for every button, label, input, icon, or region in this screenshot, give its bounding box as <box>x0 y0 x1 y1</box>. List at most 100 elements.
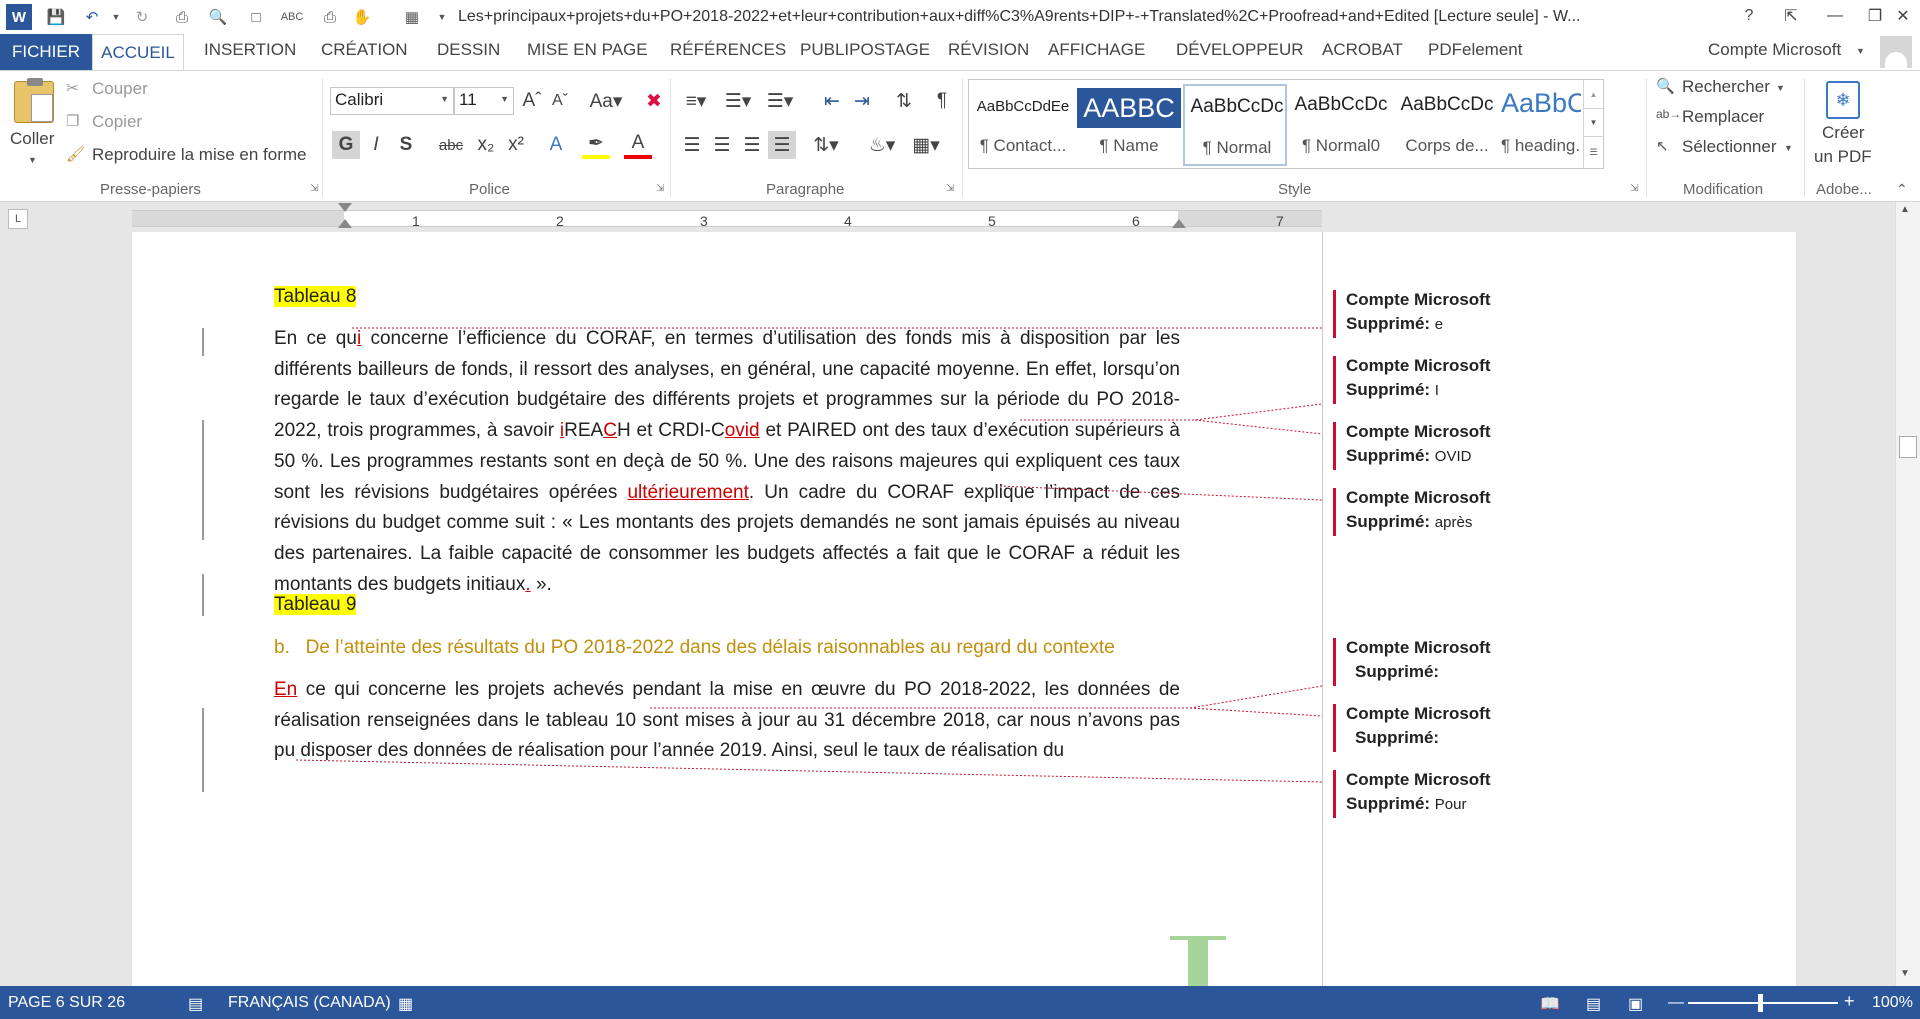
revision-balloon[interactable]: Compte Microsoft Supprimé: après <box>1333 488 1493 536</box>
proofing-icon[interactable]: ▤ <box>188 994 203 1014</box>
format-painter-button[interactable]: Reproduire la mise en forme <box>92 145 306 165</box>
print-preview-icon[interactable]: 🔍 <box>206 5 230 29</box>
ribbon-display-options-icon[interactable]: ⇱ <box>1772 2 1810 30</box>
style-contact[interactable]: AaBbCcDdEe ¶ Contact... <box>971 84 1075 166</box>
styles-launcher-icon[interactable]: ⇲ <box>1630 183 1638 194</box>
print-layout-view-icon[interactable]: ▤ <box>1586 994 1601 1014</box>
paragraph-launcher-icon[interactable]: ⇲ <box>946 183 954 194</box>
font-launcher-icon[interactable]: ⇲ <box>656 183 664 194</box>
spelling-icon[interactable]: ABC <box>280 5 304 29</box>
superscript-icon[interactable]: x² <box>502 131 530 159</box>
tab-references[interactable]: RÉFÉRENCES <box>670 40 786 60</box>
style-name-style[interactable]: AABBC ¶ Name <box>1077 84 1181 166</box>
strikethrough-button[interactable]: abc <box>434 131 468 159</box>
zoom-level[interactable]: 100% <box>1872 994 1913 1012</box>
find-dropdown-icon[interactable]: ▼ <box>1776 83 1785 93</box>
cut-button[interactable]: Couper <box>92 79 148 99</box>
style-normal0[interactable]: AaBbCcDc ¶ Normal0 <box>1289 84 1393 166</box>
tab-creation[interactable]: CRÉATION <box>321 40 408 60</box>
tab-insertion[interactable]: INSERTION <box>204 40 296 60</box>
redo-icon[interactable]: ↻ <box>130 5 154 29</box>
paste-button[interactable]: Coller <box>10 129 54 149</box>
numbering-icon[interactable]: ☰▾ <box>720 87 756 115</box>
justify-icon[interactable]: ☰ <box>768 131 796 159</box>
tab-publipostage[interactable]: PUBLIPOSTAGE <box>800 40 930 60</box>
find-button[interactable]: Rechercher <box>1682 77 1770 97</box>
create-pdf-line1[interactable]: Créer <box>1822 123 1865 143</box>
style-normal[interactable]: AaBbCcDc ¶ Normal <box>1183 84 1287 166</box>
touch-mode-icon[interactable]: ✋ <box>350 5 374 29</box>
align-left-icon[interactable]: ☰ <box>678 131 706 159</box>
bullets-icon[interactable]: ≡▾ <box>678 87 714 115</box>
scroll-thumb[interactable] <box>1899 436 1917 458</box>
select-dropdown-icon[interactable]: ▼ <box>1784 143 1793 153</box>
print-layout-icon[interactable]: ▦ <box>400 5 424 29</box>
font-size-field[interactable]: 11 ▼ <box>454 87 514 115</box>
tab-developpeur[interactable]: DÉVELOPPEUR <box>1176 40 1304 60</box>
line-spacing-icon[interactable]: ⇅▾ <box>806 131 846 159</box>
revision-balloon[interactable]: Compte Microsoft Supprimé: <box>1333 638 1493 686</box>
scroll-up-icon[interactable]: ▲ <box>1900 204 1910 215</box>
show-formatting-marks-icon[interactable]: ¶ <box>928 87 956 115</box>
create-pdf-icon[interactable]: ❄ <box>1826 81 1860 119</box>
tab-file[interactable]: FICHIER <box>0 34 92 70</box>
tab-dessin[interactable]: DESSIN <box>437 40 500 60</box>
language-indicator[interactable]: FRANÇAIS (CANADA) <box>228 994 391 1012</box>
copy-button[interactable]: Copier <box>92 112 142 132</box>
page-count[interactable]: PAGE 6 SUR 26 <box>8 994 125 1012</box>
paste-icon[interactable] <box>14 78 54 123</box>
font-color-icon[interactable]: A <box>624 131 652 159</box>
increase-indent-icon[interactable]: ⇥ <box>848 87 876 115</box>
replace-button[interactable]: Remplacer <box>1682 107 1764 127</box>
undo-icon[interactable]: ↶ <box>80 5 104 29</box>
hanging-indent-marker[interactable] <box>338 219 352 228</box>
revision-balloon[interactable]: Compte Microsoft Supprimé: <box>1333 704 1493 752</box>
scroll-down-icon[interactable]: ▼ <box>1900 968 1910 979</box>
zoom-out-icon[interactable]: — <box>1668 994 1684 1012</box>
styles-scroll-down-icon[interactable]: ▼ <box>1583 108 1603 136</box>
change-case-icon[interactable]: Aa▾ <box>586 87 626 115</box>
italic-button[interactable]: I <box>362 131 390 159</box>
account-dropdown-icon[interactable]: ▼ <box>1856 46 1865 56</box>
align-center-icon[interactable]: ☰ <box>708 131 736 159</box>
bold-button[interactable]: G <box>332 131 360 159</box>
close-button[interactable]: ✕ <box>1884 2 1920 30</box>
first-line-indent-marker[interactable] <box>338 203 352 212</box>
undo-dropdown-icon[interactable]: ▼ <box>104 5 128 29</box>
new-document-icon[interactable]: □ <box>244 5 268 29</box>
align-right-icon[interactable]: ☰ <box>738 131 766 159</box>
save-icon[interactable]: 💾 <box>44 5 68 29</box>
zoom-slider[interactable] <box>1688 1002 1838 1004</box>
highlight-color-icon[interactable]: ✒ <box>582 131 610 159</box>
tab-affichage[interactable]: AFFICHAGE <box>1048 40 1145 60</box>
revision-balloon[interactable]: Compte Microsoft Supprimé: Pour <box>1333 770 1493 818</box>
tab-home[interactable]: ACCUEIL <box>92 34 184 70</box>
decrease-indent-icon[interactable]: ⇤ <box>818 87 846 115</box>
minimize-button[interactable]: — <box>1816 2 1854 30</box>
zoom-in-icon[interactable]: + <box>1844 991 1855 1012</box>
vertical-scrollbar[interactable]: ▲ ▼ <box>1895 202 1920 986</box>
avatar[interactable] <box>1880 36 1912 68</box>
shrink-font-icon[interactable]: Aˇ <box>546 87 574 115</box>
zoom-slider-thumb[interactable] <box>1758 994 1763 1012</box>
revision-balloon[interactable]: Compte Microsoft Supprimé: e <box>1333 290 1493 338</box>
account-name[interactable]: Compte Microsoft <box>1708 40 1841 60</box>
tab-selector-icon[interactable]: L <box>8 209 28 229</box>
tab-mise-en-page[interactable]: MISE EN PAGE <box>527 40 648 60</box>
read-mode-icon[interactable]: 📖 <box>1540 994 1560 1014</box>
style-corps[interactable]: AaBbCcDc Corps de... <box>1395 84 1499 166</box>
web-layout-icon[interactable]: ▣ <box>1628 994 1643 1014</box>
paste-dropdown-icon[interactable]: ▼ <box>28 155 37 165</box>
quick-print-icon[interactable]: ⎙ <box>318 5 342 29</box>
help-button[interactable]: ? <box>1730 2 1768 30</box>
styles-scroll-up-icon[interactable]: ▲ <box>1583 80 1603 108</box>
right-indent-marker[interactable] <box>1172 219 1186 228</box>
grow-font-icon[interactable]: Aˆ <box>518 87 546 115</box>
tab-revision[interactable]: RÉVISION <box>948 40 1029 60</box>
style-heading[interactable]: AaBbCc ¶ heading... <box>1501 84 1581 166</box>
macro-icon[interactable]: ▦ <box>398 994 413 1014</box>
text-effects-icon[interactable]: A <box>542 131 570 159</box>
revision-balloon[interactable]: Compte Microsoft Supprimé: OVID <box>1333 422 1493 470</box>
borders-icon[interactable]: ▦▾ <box>906 131 946 159</box>
tab-pdfelement[interactable]: PDFelement <box>1428 40 1522 60</box>
